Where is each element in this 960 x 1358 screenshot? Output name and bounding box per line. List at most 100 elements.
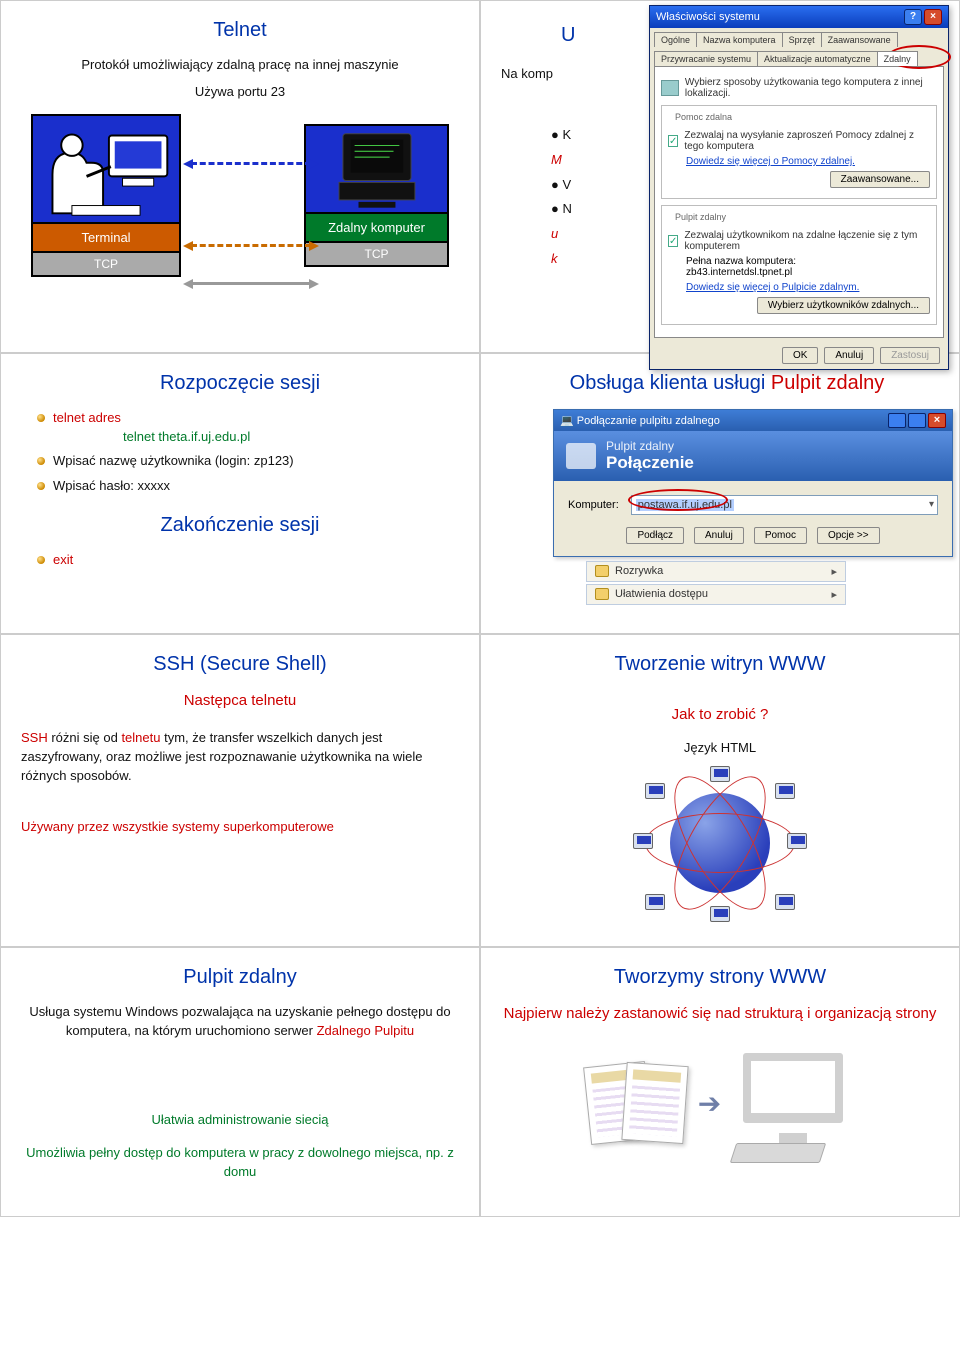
computer-icon [645, 894, 665, 910]
rd-body: Usługa systemu Windows pozwalająca na uz… [21, 1003, 459, 1041]
minimize-button[interactable] [888, 413, 906, 428]
remote-icon [661, 80, 679, 96]
remote-panel [304, 124, 449, 214]
options-button[interactable]: Opcje >> [817, 527, 880, 544]
folder-icon [595, 588, 609, 600]
rdp-banner2: Połączenie [606, 453, 694, 473]
bt-l1l: Na komp [501, 66, 553, 81]
remote-illustration [306, 126, 447, 214]
rdp-computer-input[interactable]: postawa.if.uj.edu.pl [631, 495, 938, 515]
xp-titlebar[interactable]: Właściwości systemu ? × [650, 6, 948, 28]
tab-remote[interactable]: Zdalny [877, 51, 918, 66]
monitor-illustration [733, 1053, 853, 1153]
fs-remote-desktop: Pulpit zdalny ✓ Zezwalaj użytkownikom na… [661, 205, 937, 325]
remote-label: Zdalny komputer [304, 214, 449, 243]
bt-b3i4: k [551, 251, 558, 266]
b3: Wpisać hasło: xxxxx [37, 477, 459, 496]
slide-remote-desktop: Pulpit zdalny Usługa systemu Windows poz… [0, 947, 480, 1216]
bt-b2: V [562, 177, 571, 192]
folder-icon [595, 565, 609, 577]
xp-system-properties-dialog: Właściwości systemu ? × Ogólne Nazwa kom… [649, 5, 949, 370]
computer-icon [710, 766, 730, 782]
xp-title: Właściwości systemu [656, 11, 760, 23]
menu2-label: Ułatwienia dostępu [615, 588, 708, 600]
fs1-legend: Pomoc zdalna [672, 112, 735, 122]
maximize-button[interactable] [908, 413, 926, 428]
tab-compname[interactable]: Nazwa komputera [696, 32, 783, 47]
chk2-label: Zezwalaj użytkownikom na zdalne łączenie… [684, 230, 930, 252]
ssh-footer: Używany przez wszystkie systemy superkom… [21, 818, 459, 837]
help-button[interactable]: ? [904, 9, 922, 25]
bt-b1l: K [562, 127, 571, 142]
computer-icon [775, 783, 795, 799]
ok-button[interactable]: OK [782, 347, 818, 364]
terminal-box: Terminal TCP [31, 114, 181, 304]
fs-remote-help: Pomoc zdalna ✓ Zezwalaj na wysyłanie zap… [661, 105, 937, 199]
close-button[interactable]: × [928, 413, 946, 428]
advanced-button[interactable]: Zaawansowane... [830, 171, 930, 188]
menu-ulatwienia[interactable]: Ułatwienia dostępu ▸ [586, 584, 846, 605]
rdp-window: 💻 Podłączanie pulpitu zdalnego × Pulpit … [553, 409, 953, 557]
connect-button[interactable]: Podłącz [626, 527, 684, 544]
globe-illustration [501, 768, 939, 918]
rdp-title-b: Pulpit zdalny [771, 372, 884, 394]
rdp-slide-title: Obsługa klienta usługi Pulpit zdalny [501, 372, 953, 395]
terminal-illustration [33, 116, 179, 223]
learn2-link[interactable]: Dowiedz się więcej o Pulpicie zdalnym. [686, 282, 859, 293]
chevron-right-icon: ▸ [831, 565, 837, 578]
publishing-flow: ➔ [501, 1053, 939, 1153]
telnet-title: Telnet [21, 19, 459, 42]
rd-b: Zdalnego Pulpitu [317, 1023, 415, 1038]
select-users-button[interactable]: Wybierz użytkowników zdalnych... [757, 297, 930, 314]
chevron-right-icon: ▸ [831, 588, 837, 601]
cp-sub: Najpierw należy zastanowić się nad struk… [501, 1003, 939, 1025]
terminal-tcp: TCP [31, 253, 181, 277]
computer-icon [633, 833, 653, 849]
cancel-button[interactable]: Anuluj [824, 347, 874, 364]
rd-title: Pulpit zdalny [21, 966, 459, 989]
learn1-link[interactable]: Dowiedz się więcej o Pomocy zdalnej. [686, 156, 855, 167]
terminal-panel [31, 114, 181, 224]
xp-intro: Wybierz sposoby użytkowania tego kompute… [685, 77, 937, 99]
xp-tabs-row1: Ogólne Nazwa komputera Sprzęt Zaawansowa… [654, 32, 944, 47]
b1: telnet adres [53, 410, 121, 425]
tab-advanced[interactable]: Zaawansowane [821, 32, 898, 47]
ssh-a: SSH [21, 730, 48, 745]
telnet-diagram: Terminal TCP Zdalny komputer T [21, 114, 459, 324]
computer-icon [775, 894, 795, 910]
arrow-orange [191, 244, 311, 247]
ssh-title: SSH (Secure Shell) [21, 653, 459, 676]
rdp-cancel-button[interactable]: Anuluj [694, 527, 744, 544]
tab-restore[interactable]: Przywracanie systemu [654, 51, 758, 66]
rdp-titlebar[interactable]: 💻 Podłączanie pulpitu zdalnego × [554, 410, 952, 431]
apply-button[interactable]: Zastosuj [880, 347, 940, 364]
close-button[interactable]: × [924, 9, 942, 25]
fullname-value: zb43.internetdsl.tpnet.pl [686, 267, 930, 278]
rdp-label: Komputer: [568, 499, 619, 511]
www-q: Jak to zrobić ? [501, 704, 939, 726]
slide-www: Tworzenie witryn WWW Jak to zrobić ? Jęz… [480, 634, 960, 948]
arrow-blue [191, 162, 311, 165]
rd-g1: Ułatwia administrowanie siecią [21, 1111, 459, 1130]
ssh-b: różni się od [48, 730, 122, 745]
monitor-screen [743, 1053, 843, 1123]
computer-icon [645, 783, 665, 799]
chk-remote-help[interactable]: ✓ [668, 135, 678, 147]
tab-general[interactable]: Ogólne [654, 32, 697, 47]
rdp-help-button[interactable]: Pomoc [754, 527, 807, 544]
chk-remote-desktop[interactable]: ✓ [668, 235, 678, 247]
slide-create-pages: Tworzymy strony WWW Najpierw należy zast… [480, 947, 960, 1216]
menu-rozrywka[interactable]: Rozrywka ▸ [586, 561, 846, 582]
b1ex: telnet theta.if.uj.edu.pl [123, 428, 250, 447]
ssh-body: SSH różni się od telnetu tym, że transfe… [21, 729, 459, 786]
www-a: Język HTML [501, 739, 939, 758]
tab-updates[interactable]: Aktualizacje automatyczne [757, 51, 878, 66]
rdp-body: Komputer: postawa.if.uj.edu.pl Podłącz A… [554, 481, 952, 556]
rdp-banner-icon [566, 443, 596, 469]
computer-icon [710, 906, 730, 922]
www-title: Tworzenie witryn WWW [501, 653, 939, 676]
page-sheet [621, 1062, 688, 1144]
arrow-gray [191, 282, 311, 285]
rdp-banner1: Pulpit zdalny [606, 439, 694, 453]
tab-hardware[interactable]: Sprzęt [782, 32, 822, 47]
